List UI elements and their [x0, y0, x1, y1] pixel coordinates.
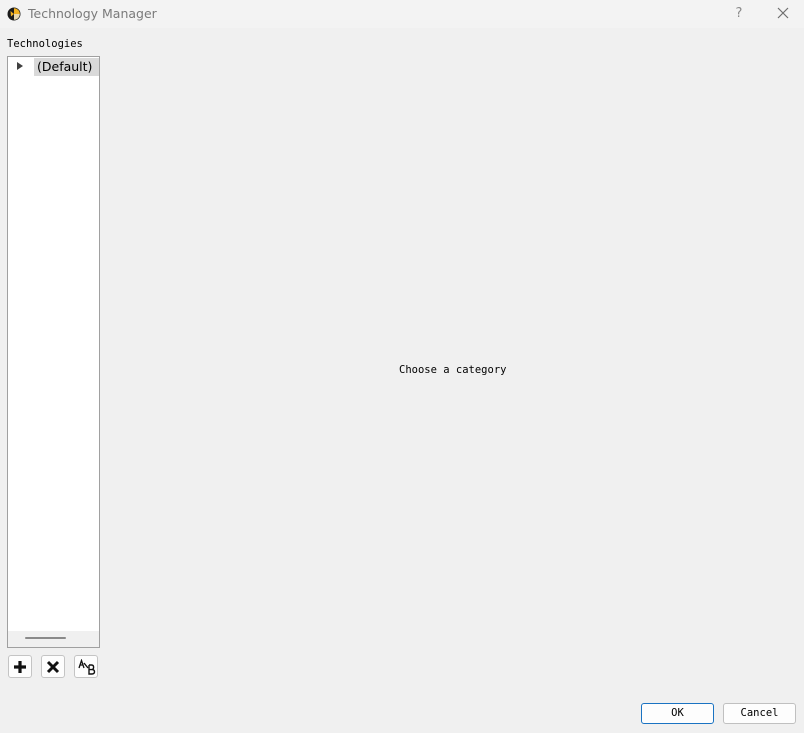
title-bar: Technology Manager ? [0, 0, 804, 28]
ab-rename-icon [78, 659, 96, 675]
technologies-label: Technologies [7, 38, 83, 50]
window-title: Technology Manager [28, 6, 157, 21]
plus-icon [14, 661, 26, 673]
technologies-tree[interactable]: (Default) [7, 56, 100, 648]
tree-item-default[interactable]: (Default) [8, 57, 99, 76]
cancel-button[interactable]: Cancel [723, 703, 796, 724]
close-button[interactable] [771, 3, 795, 25]
app-logo-icon [7, 7, 21, 21]
scrollbar-thumb[interactable] [25, 637, 66, 639]
help-button[interactable]: ? [728, 3, 750, 25]
add-technology-button[interactable] [8, 655, 32, 678]
tree-item-label[interactable]: (Default) [34, 58, 99, 76]
delete-technology-button[interactable] [41, 655, 65, 678]
x-icon [46, 660, 60, 674]
rename-technology-button[interactable] [74, 655, 98, 678]
ok-button[interactable]: OK [641, 703, 714, 724]
choose-category-message: Choose a category [399, 364, 507, 376]
expand-arrow-icon[interactable] [17, 62, 23, 70]
close-icon [777, 7, 789, 19]
tree-horizontal-scrollbar[interactable] [8, 631, 99, 647]
